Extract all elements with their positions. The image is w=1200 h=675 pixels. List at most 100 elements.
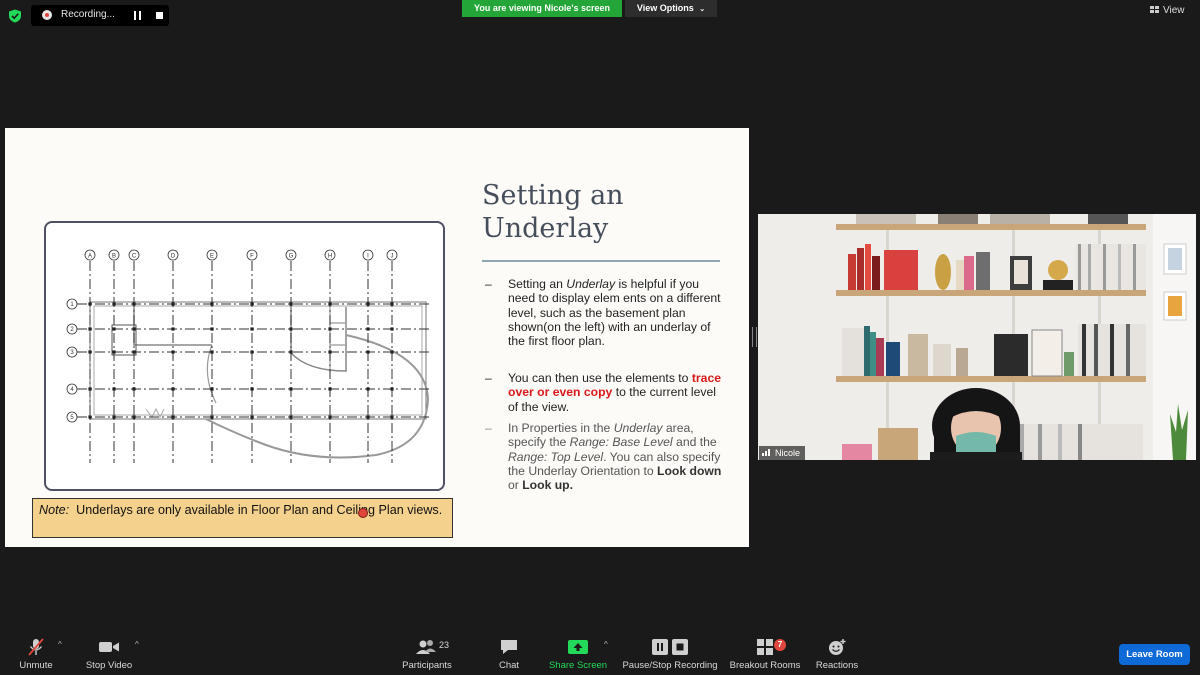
view-button[interactable]: View xyxy=(1150,5,1185,16)
participant-video-tile[interactable]: Nicole xyxy=(758,214,1196,460)
microphone-muted-icon xyxy=(28,638,44,656)
stop-recording-icon[interactable] xyxy=(156,12,163,19)
plan-column xyxy=(289,327,293,331)
bullet1-text: Setting an xyxy=(508,277,567,291)
plan-column xyxy=(132,302,136,306)
plan-column xyxy=(366,415,370,419)
grid-label: G xyxy=(289,254,294,260)
stop-video-label: Stop Video xyxy=(85,660,133,671)
share-options-chevron-icon[interactable]: ^ xyxy=(604,640,608,649)
plan-column xyxy=(328,350,332,354)
stop-video-button[interactable]: Stop Video xyxy=(82,638,136,671)
chat-label: Chat xyxy=(498,660,520,671)
plan-column xyxy=(112,415,116,419)
plan-column xyxy=(289,415,293,419)
plan-column xyxy=(210,327,214,331)
bullet-dash: – xyxy=(485,421,492,435)
split-view-handle[interactable] xyxy=(752,327,757,347)
grid-label: F xyxy=(250,254,254,260)
bullet1-emphasis: Underlay xyxy=(566,277,616,291)
plan-column xyxy=(390,302,394,306)
plan-column xyxy=(366,327,370,331)
security-shield-icon[interactable] xyxy=(8,9,22,23)
bullet3-text-5: or xyxy=(508,478,523,493)
slide-title-line2: Underlay xyxy=(482,213,609,244)
bullet3-bold-down: Look down xyxy=(657,463,722,478)
view-label: View xyxy=(1163,5,1185,16)
plan-column xyxy=(171,327,175,331)
participants-count: 23 xyxy=(439,640,450,650)
plan-fixture xyxy=(145,407,165,419)
share-screen-button[interactable]: Share Screen xyxy=(548,638,608,671)
breakout-rooms-badge: 7 xyxy=(774,639,786,651)
floor-plan-frame: ABCDEFGHIJ12345 xyxy=(44,221,445,491)
plan-column xyxy=(250,387,254,391)
unmute-button[interactable]: Unmute xyxy=(14,638,58,671)
recording-dot-icon xyxy=(42,10,52,20)
video-options-chevron-icon[interactable]: ^ xyxy=(135,640,139,649)
plan-column xyxy=(366,387,370,391)
view-options-label: View Options xyxy=(636,3,694,13)
grid-label: H xyxy=(328,254,332,260)
plan-stair xyxy=(329,307,346,373)
grid-label: C xyxy=(132,254,137,260)
video-camera-icon xyxy=(99,642,119,652)
chat-bubble-icon xyxy=(501,640,517,654)
grid-label: B xyxy=(112,254,116,260)
signal-strength-icon xyxy=(762,449,770,456)
pause-stop-recording-icon xyxy=(652,639,688,655)
bullet3-text-3: and the xyxy=(672,435,717,450)
bullet3-bold-up: Look up. xyxy=(522,478,574,493)
breakout-rooms-icon xyxy=(757,639,773,655)
bullet3-text: In Properties in the xyxy=(508,421,614,435)
pause-stop-recording-button[interactable]: Pause/Stop Recording xyxy=(620,638,720,671)
audio-options-chevron-icon[interactable]: ^ xyxy=(58,640,62,649)
plan-column xyxy=(328,415,332,419)
plan-column xyxy=(171,415,175,419)
plan-column xyxy=(112,302,116,306)
plan-inner-wall xyxy=(93,305,423,416)
participants-icon xyxy=(416,640,436,654)
grid-label: A xyxy=(88,254,92,260)
plan-column xyxy=(250,302,254,306)
plan-column xyxy=(88,415,92,419)
participant-name-tag: Nicole xyxy=(759,446,806,460)
floor-plan-drawing: A B C D E F G H I J12345 xyxy=(66,249,430,463)
unmute-label: Unmute xyxy=(19,660,53,671)
plan-column xyxy=(328,387,332,391)
bullet-dash: – xyxy=(485,277,492,291)
plan-column xyxy=(132,327,136,331)
participants-label: Participants xyxy=(402,660,452,671)
plan-column xyxy=(112,327,116,331)
grid-view-icon xyxy=(1150,6,1159,13)
breakout-rooms-label: Breakout Rooms xyxy=(729,660,801,671)
plan-column xyxy=(88,302,92,306)
plan-outer-wall xyxy=(89,301,427,420)
participant-name: Nicole xyxy=(775,448,801,458)
plan-column xyxy=(390,350,394,354)
grid-label: D xyxy=(171,254,176,260)
pointer-cursor-icon xyxy=(358,508,368,518)
plan-column xyxy=(210,302,214,306)
plan-column xyxy=(112,350,116,354)
pause-stop-recording-label: Pause/Stop Recording xyxy=(622,660,718,671)
plan-column xyxy=(328,302,332,306)
plan-column xyxy=(88,387,92,391)
chat-button[interactable]: Chat xyxy=(490,638,528,671)
smiley-add-icon xyxy=(829,639,846,655)
reactions-button[interactable]: Reactions xyxy=(812,638,862,671)
plan-column xyxy=(250,350,254,354)
plan-column xyxy=(366,350,370,354)
leave-room-button[interactable]: Leave Room xyxy=(1119,644,1190,665)
view-options-button[interactable]: View Options ⌄ xyxy=(625,0,717,17)
plan-column xyxy=(171,302,175,306)
plan-column xyxy=(88,327,92,331)
breakout-rooms-button[interactable]: Breakout Rooms xyxy=(728,638,802,671)
plan-column xyxy=(171,387,175,391)
plan-column xyxy=(88,350,92,354)
bullet3-em-underlay: Underlay xyxy=(613,421,663,435)
plan-column xyxy=(210,415,214,419)
note-text: Underlays are only available in Floor Pl… xyxy=(69,503,443,517)
share-screen-label: Share Screen xyxy=(548,660,608,671)
pause-recording-icon[interactable] xyxy=(134,11,142,20)
